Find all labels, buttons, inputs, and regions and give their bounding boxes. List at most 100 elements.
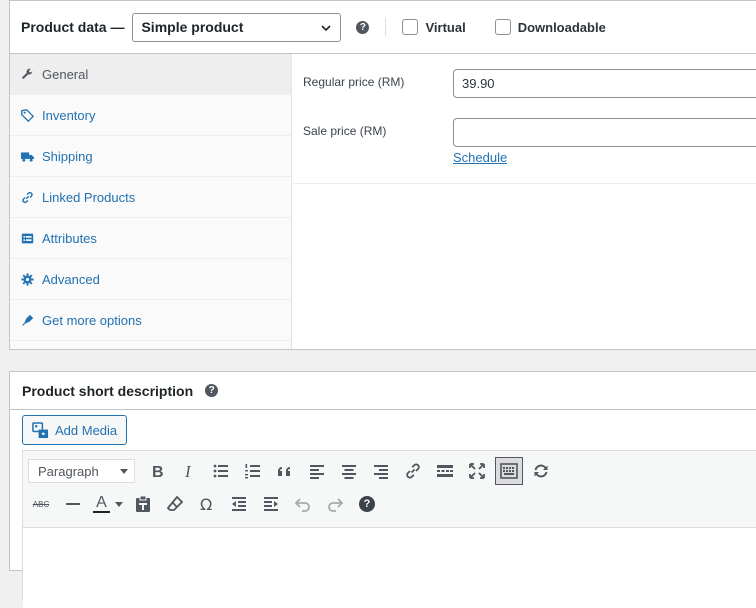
bold-icon: B — [152, 464, 164, 480]
clipboard-icon — [136, 495, 150, 512]
increase-indent-button[interactable] — [257, 490, 285, 518]
svg-text:Ω: Ω — [200, 495, 212, 513]
gear-icon — [21, 272, 34, 286]
tab-shipping[interactable]: Shipping — [10, 136, 291, 177]
fullscreen-icon — [469, 463, 485, 479]
tab-advanced[interactable]: Advanced — [10, 259, 291, 300]
tab-linked-products[interactable]: Linked Products — [10, 177, 291, 218]
text-color-button[interactable]: A — [91, 490, 125, 518]
tab-attributes[interactable]: Attributes — [10, 218, 291, 259]
help-icon[interactable]: ? — [356, 20, 370, 34]
virtual-checkbox-wrap[interactable]: Virtual — [402, 19, 466, 35]
read-more-icon — [437, 465, 453, 477]
strikethrough-button[interactable]: ABC — [27, 490, 55, 518]
editor: Paragraph B I ABC A Ω ? — [22, 450, 756, 608]
regular-price-input[interactable]: 39.90 — [453, 69, 756, 98]
sale-price-input[interactable] — [453, 118, 756, 147]
tab-general[interactable]: General — [10, 54, 291, 95]
special-character-button[interactable]: Ω — [193, 490, 221, 518]
toolbar-toggle-button[interactable] — [495, 457, 523, 485]
plugin-icon — [22, 314, 34, 326]
list-icon — [21, 233, 34, 243]
redo-icon — [328, 498, 344, 512]
schedule-link[interactable]: Schedule — [453, 150, 507, 165]
tab-label: Linked Products — [42, 189, 136, 205]
outdent-icon — [232, 497, 246, 511]
text-color-icon: A — [93, 495, 110, 513]
undo-button[interactable] — [289, 490, 317, 518]
short-description-panel: Product short description ? Add Media Pa… — [9, 371, 756, 608]
tab-label: Get more options — [42, 312, 142, 328]
numbered-list-icon — [245, 464, 260, 479]
svg-text:B: B — [152, 464, 164, 480]
keyboard-icon — [500, 463, 518, 479]
tag-icon — [21, 108, 34, 122]
align-left-icon — [310, 465, 324, 479]
paste-as-text-button[interactable] — [129, 490, 157, 518]
format-select[interactable]: Paragraph — [28, 459, 135, 483]
read-more-button[interactable] — [431, 457, 459, 485]
keyboard-shortcuts-button[interactable]: ? — [353, 490, 381, 518]
product-type-select[interactable]: Simple product — [132, 12, 342, 42]
indent-icon — [264, 497, 278, 511]
add-media-label: Add Media — [55, 422, 118, 438]
short-description-title: Product short description — [22, 382, 194, 399]
tab-get-more-options[interactable]: Get more options — [10, 300, 291, 341]
horizontal-line-button[interactable] — [59, 490, 87, 518]
align-right-button[interactable] — [367, 457, 395, 485]
clear-formatting-button[interactable] — [161, 490, 189, 518]
tab-label: General — [42, 66, 89, 82]
align-left-button[interactable] — [303, 457, 331, 485]
caret-down-icon — [114, 501, 123, 507]
horizontal-line-icon — [66, 503, 80, 505]
eraser-icon — [166, 495, 184, 511]
help-icon: ? — [359, 496, 375, 512]
toolbar-row-2: ABC A Ω ? — [23, 488, 381, 520]
redo-button[interactable] — [321, 490, 349, 518]
editor-content-area[interactable] — [23, 527, 756, 608]
fullscreen-button[interactable] — [463, 457, 491, 485]
numbered-list-button[interactable] — [239, 457, 267, 485]
divider — [385, 18, 387, 36]
virtual-label: Virtual — [425, 19, 466, 35]
format-select-value: Paragraph — [38, 463, 99, 479]
tab-label: Attributes — [42, 230, 97, 246]
product-type-value: Simple product — [141, 19, 244, 35]
toolbar-row-1: Paragraph B I — [23, 455, 555, 487]
downloadable-checkbox-wrap[interactable]: Downloadable — [494, 19, 606, 35]
bullet-list-button[interactable] — [207, 457, 235, 485]
blockquote-button[interactable] — [271, 457, 299, 485]
strikethrough-label: ABC — [32, 499, 50, 509]
truck-icon — [21, 151, 34, 162]
italic-button[interactable]: I — [175, 457, 203, 485]
italic-icon: I — [184, 462, 192, 480]
align-center-icon — [342, 465, 356, 479]
undo-icon — [294, 498, 310, 512]
tab-label: Advanced — [42, 271, 100, 287]
help-icon[interactable]: ? — [205, 384, 219, 397]
virtual-checkbox[interactable] — [402, 19, 419, 35]
omega-icon: Ω — [200, 495, 212, 513]
svg-text:I: I — [184, 462, 192, 480]
refresh-icon — [534, 464, 548, 478]
align-center-button[interactable] — [335, 457, 363, 485]
downloadable-label: Downloadable — [517, 19, 606, 35]
media-icon — [32, 421, 49, 438]
wrench-icon — [22, 68, 33, 79]
caret-down-icon — [120, 469, 128, 474]
decrease-indent-button[interactable] — [225, 490, 253, 518]
link-icon — [406, 463, 420, 479]
insert-link-button[interactable] — [399, 457, 427, 485]
regular-price-label: Regular price (RM) — [303, 75, 405, 89]
quote-icon — [278, 467, 290, 476]
refresh-button[interactable] — [527, 457, 555, 485]
bullet-list-icon — [213, 464, 228, 478]
bold-button[interactable]: B — [143, 457, 171, 485]
downloadable-checkbox[interactable] — [494, 19, 511, 35]
tab-label: Shipping — [42, 148, 93, 164]
align-right-icon — [374, 465, 388, 479]
add-media-button[interactable]: Add Media — [22, 415, 127, 445]
product-data-title: Product data — — [21, 19, 125, 35]
link-icon — [22, 191, 33, 203]
tab-inventory[interactable]: Inventory — [10, 95, 291, 136]
